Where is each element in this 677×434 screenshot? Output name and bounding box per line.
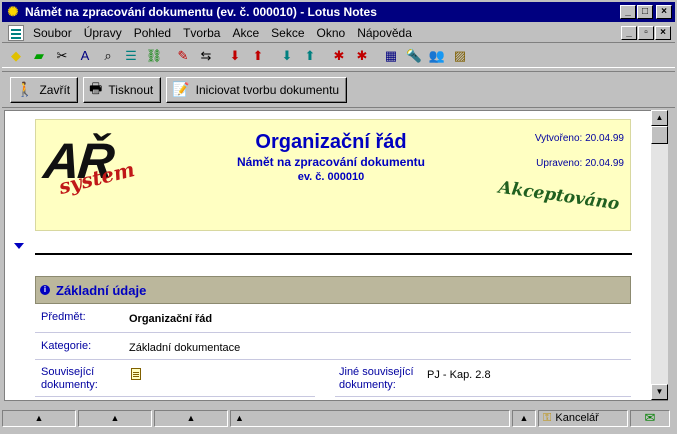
subject-value: Organizační řád xyxy=(129,313,213,325)
status-cell-3[interactable]: ▲ xyxy=(154,409,228,427)
related-documents-label: Související dokumenty: xyxy=(41,366,98,392)
field-row-related: Související dokumenty: Jiné související … xyxy=(35,360,631,396)
outline-icon[interactable]: ☰ xyxy=(120,44,142,66)
key-icon: ⚿ xyxy=(543,411,552,424)
section-title: Základní údaje xyxy=(56,282,147,298)
action-bar: 🚶 Zavřít 🖶 Tisknout 📝 Iniciovat tvorbu d… xyxy=(2,71,675,108)
search-icon[interactable]: 🔦 xyxy=(403,44,425,66)
document-icon: 📝 xyxy=(172,81,190,97)
divider xyxy=(35,253,632,255)
document-area[interactable]: AŘ system Organizační řád Námět na zprac… xyxy=(4,110,651,400)
find-icon[interactable]: ⌕ xyxy=(97,44,119,66)
field-row-subject: Předmět: Organizační řád xyxy=(35,305,631,333)
maximize-button[interactable]: □ xyxy=(637,5,653,19)
accepted-stamp: Akceptováno xyxy=(497,177,621,215)
status-bar: ▲ ▲ ▲ ▲ ▲ ⚿ Kancelář ✉ xyxy=(2,407,675,429)
print-button[interactable]: 🖶 Tisknout xyxy=(83,76,162,103)
menu-tvorba[interactable]: Tvorba xyxy=(177,26,226,40)
print-label: Tisknout xyxy=(108,82,154,97)
category-value: Základní dokumentace xyxy=(129,342,241,354)
diamond-icon[interactable]: ◆ xyxy=(5,44,27,66)
navigate-icon[interactable]: ⇆ xyxy=(195,44,217,66)
section-header: i Základní údaje xyxy=(35,276,631,304)
lotus-notes-icon[interactable]: ✺ xyxy=(5,4,21,20)
text-properties-icon[interactable]: A xyxy=(74,44,96,66)
other-related-label: Jiné související dokumenty: xyxy=(339,366,414,392)
company-logo: AŘ system xyxy=(41,128,142,204)
people-icon[interactable]: 👥 xyxy=(426,44,448,66)
info-icon: i xyxy=(40,285,50,295)
vertical-scrollbar[interactable]: ▲ ▼ xyxy=(651,110,668,400)
window-title: Námět na zpracování dokumentu (ev. č. 00… xyxy=(25,5,377,19)
inbox-icon: ✉ xyxy=(644,410,656,425)
document-window-icon[interactable] xyxy=(8,24,24,41)
status-cell-2[interactable]: ▲ xyxy=(78,409,152,427)
scroll-thumb[interactable] xyxy=(651,126,668,144)
title-bar: ✺ Námět na zpracování dokumentu (ev. č. … xyxy=(2,2,675,22)
close-button[interactable]: × xyxy=(656,5,672,19)
subject-label: Předmět: xyxy=(41,311,86,323)
scroll-up-button[interactable]: ▲ xyxy=(651,110,668,126)
status-cell-1[interactable]: ▲ xyxy=(2,409,76,427)
smarticons-toolbar: ◆ ▰ ✂ A ⌕ ☰ ⛓ ✎ ⇆ ⬇ ⬆ ⬇ ⬆ ✱ ✱ ▦ 🔦 👥 ▨ xyxy=(2,42,675,68)
doc-minimize-button[interactable]: _ xyxy=(621,25,637,40)
cut-icon[interactable]: ✂ xyxy=(51,44,73,66)
previous-unread-icon[interactable]: ✱ xyxy=(328,44,350,66)
modified-date: Upraveno: 20.04.99 xyxy=(536,158,624,169)
menu-okno[interactable]: Okno xyxy=(311,26,352,40)
initiate-document-button[interactable]: 📝 Iniciovat tvorbu dokumentu xyxy=(166,76,348,103)
link-icon[interactable]: ⛓ xyxy=(143,44,165,66)
mail-indicator[interactable]: ✉ xyxy=(630,409,670,427)
document-subtitle: Námět na zpracování dokumentu xyxy=(236,155,426,169)
status-cell-5[interactable]: ▲ xyxy=(512,409,536,427)
related-label-line2: dokumenty: xyxy=(41,379,98,391)
document-title: Organizační řád xyxy=(255,131,407,153)
previous-icon[interactable]: ⬇ xyxy=(224,44,246,66)
menu-upravy[interactable]: Úpravy xyxy=(78,26,128,40)
related-document-icon[interactable] xyxy=(131,368,141,380)
open-database-icon[interactable]: ▰ xyxy=(28,44,50,66)
printer-icon: 🖶 xyxy=(89,79,103,96)
document-header: AŘ system Organizační řád Námět na zprac… xyxy=(35,119,631,231)
minimize-button[interactable]: _ xyxy=(620,5,636,19)
menu-sekce[interactable]: Sekce xyxy=(265,26,310,40)
menu-pohled[interactable]: Pohled xyxy=(128,26,177,40)
other-related-label-line2: dokumenty: xyxy=(339,379,396,391)
doc-close-button[interactable]: × xyxy=(655,25,671,40)
bottom-border xyxy=(4,400,668,406)
menu-napoveda[interactable]: Nápověda xyxy=(351,26,418,40)
previous-main-icon[interactable]: ⬇ xyxy=(276,44,298,66)
collapse-twisty-icon[interactable] xyxy=(14,243,24,249)
next-icon[interactable]: ⬆ xyxy=(247,44,269,66)
field-row-category: Kategorie: Základní dokumentace xyxy=(35,333,631,360)
next-main-icon[interactable]: ⬆ xyxy=(299,44,321,66)
menu-bar: Soubor Úpravy Pohled Tvorba Akce Sekce O… xyxy=(2,23,675,42)
close-document-label: Zavřít xyxy=(39,82,71,97)
document-number: ev. č. 000010 xyxy=(297,171,365,183)
row-divider-right xyxy=(335,396,631,397)
database-properties-icon[interactable]: ▦ xyxy=(380,44,402,66)
other-related-value: PJ - Kap. 2.8 xyxy=(427,369,491,381)
menu-akce[interactable]: Akce xyxy=(226,26,265,40)
edit-pen-icon[interactable]: ✎ xyxy=(172,44,194,66)
other-related-label-line1: Jiné související xyxy=(339,366,414,378)
document-title-block: Organizační řád Námět na zpracování doku… xyxy=(186,130,476,184)
next-unread-icon[interactable]: ✱ xyxy=(351,44,373,66)
location-indicator[interactable]: ⚿ Kancelář xyxy=(538,409,628,427)
related-label-line1: Související xyxy=(41,366,95,378)
menu-soubor[interactable]: Soubor xyxy=(27,26,78,40)
properties-icon[interactable]: ▨ xyxy=(449,44,471,66)
initiate-document-label: Iniciovat tvorbu dokumentu xyxy=(195,82,340,97)
doc-restore-button[interactable]: ▫ xyxy=(638,25,654,40)
close-document-button[interactable]: 🚶 Zavřít xyxy=(10,76,79,103)
scroll-down-button[interactable]: ▼ xyxy=(651,384,668,400)
created-date: Vytvořeno: 20.04.99 xyxy=(534,133,624,144)
row-divider-left xyxy=(35,396,315,397)
location-label: Kancelář xyxy=(555,412,599,424)
status-message: ▲ xyxy=(230,409,510,427)
document-dates: Vytvořeno: 20.04.99 Upraveno: 20.04.99 xyxy=(535,132,624,171)
exit-person-icon: 🚶 xyxy=(16,81,34,97)
category-label: Kategorie: xyxy=(41,340,92,352)
